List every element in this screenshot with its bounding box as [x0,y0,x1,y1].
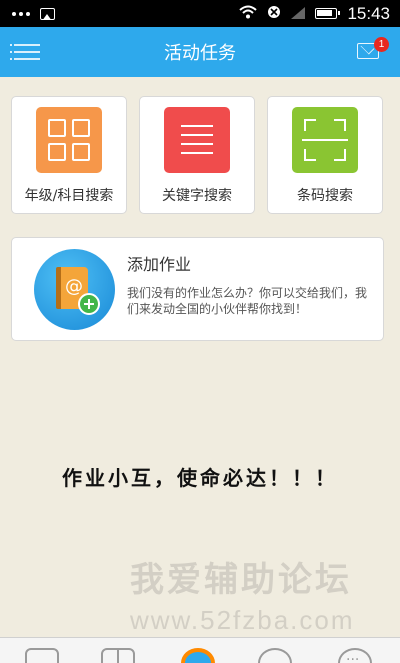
plus-icon [78,293,100,315]
signal-icon [291,4,306,23]
page-title: 活动任务 [164,43,236,64]
app-header: 活动任务 1 [0,27,400,77]
card-label: 条码搜索 [297,188,353,204]
sim-icon [267,4,281,23]
barcode-scan-icon [292,107,358,173]
add-homework-icon: @ [34,249,115,330]
status-time: 15:43 [347,3,390,23]
slogan: 作业小互，使命必达！！！ [62,466,338,490]
mail-badge: 1 [374,37,389,52]
more-dots-icon [12,11,30,16]
heart-nav-icon[interactable] [258,648,292,663]
task-nav-icon[interactable] [181,648,215,663]
image-icon [40,7,55,20]
battery-icon [315,8,341,19]
list-icon [164,107,230,173]
grid-icon [36,107,102,173]
wifi-icon [239,4,258,23]
grade-subject-search-card[interactable]: 年级/科目搜索 [11,96,127,214]
book-nav-icon[interactable] [101,648,135,663]
bottom-nav [0,637,400,663]
more-nav-icon[interactable] [338,648,372,663]
barcode-search-card[interactable]: 条码搜索 [267,96,383,214]
add-homework-title: 添加作业 [127,255,192,274]
status-right: 15:43 [239,4,390,24]
card-label: 关键字搜索 [162,188,232,204]
watermark-text: 我爱辅助论坛 [130,560,352,600]
menu-icon[interactable] [10,41,40,63]
keyword-search-card[interactable]: 关键字搜索 [139,96,255,214]
add-homework-card[interactable]: @ 添加作业 我们没有的作业怎么办？你可以交给我们，我们来发动全国的小伙伴帮你找… [11,237,384,341]
card-label: 年级/科目搜索 [24,188,114,204]
watermark-url: www.52fzba.com [130,605,355,635]
status-left [12,7,55,20]
add-homework-description: 我们没有的作业怎么办？你可以交给我们，我们来发动全国的小伙伴帮你找到！ [127,286,368,316]
status-bar: 15:43 [0,0,400,27]
homework-nav-icon[interactable] [25,648,59,663]
